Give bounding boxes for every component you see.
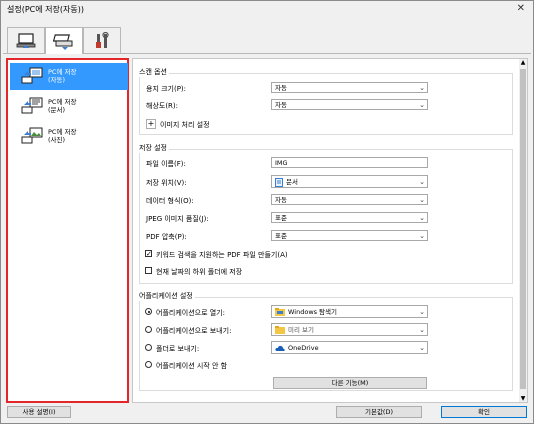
image-processing-label: 이미지 처리 설정 (160, 121, 210, 129)
save-location-label: 저장 위치(V): (146, 179, 187, 187)
explorer-folder-icon (275, 308, 285, 316)
save-settings-title: 저장 설정 (137, 143, 169, 153)
paper-size-value: 자동 (275, 84, 287, 92)
no-app-radio[interactable] (145, 361, 152, 368)
ok-button[interactable]: 확인 (441, 406, 527, 418)
chevron-down-icon: ⌄ (419, 178, 425, 186)
resolution-select[interactable]: 자동 ⌄ (271, 99, 428, 110)
open-app-radio[interactable] (145, 308, 152, 315)
tools-icon (96, 31, 109, 48)
chevron-down-icon: ⌄ (419, 326, 425, 334)
resolution-label: 해상도(R): (146, 102, 179, 110)
open-app-label: 어플리케이션으로 열기: (156, 309, 225, 317)
send-app-select[interactable]: 미리 보기 ⌄ (271, 323, 428, 336)
open-app-value: Windows 탐색기 (288, 308, 338, 316)
pdf-compression-label: PDF 압축(P): (146, 233, 187, 241)
tab-scan-from-operation-panel[interactable] (45, 27, 83, 54)
tab-scan-from-computer[interactable] (7, 27, 45, 53)
instructions-button[interactable]: 사용 설명(I) (7, 406, 71, 418)
pdf-compression-select[interactable]: 표준 ⌄ (271, 230, 428, 241)
chevron-down-icon: ⌄ (419, 84, 425, 92)
data-format-value: 자동 (275, 196, 287, 204)
send-folder-label: 폴더로 보내기: (156, 345, 200, 353)
document-folder-icon (275, 177, 283, 187)
send-app-value: 미리 보기 (288, 326, 314, 334)
computer-scan-icon (16, 32, 36, 48)
paper-size-select[interactable]: 자동 ⌄ (271, 82, 428, 93)
settings-window: 설정(PC에 저장(자동)) ✕ PC에 저장 (자동) PC에 저장 (문서)… (0, 0, 534, 424)
more-functions-button[interactable]: 다른 기능(M) (273, 377, 427, 389)
preview-folder-icon (275, 326, 285, 334)
jpeg-quality-value: 표준 (275, 214, 287, 222)
chevron-down-icon: ⌄ (419, 196, 425, 204)
pdf-compression-value: 표준 (275, 232, 287, 240)
jpeg-quality-select[interactable]: 표준 ⌄ (271, 212, 428, 223)
no-app-label: 어플리케이션 시작 안 함 (156, 362, 228, 370)
date-subfolder-checkbox[interactable] (145, 267, 152, 274)
check-icon: ✓ (146, 250, 152, 258)
data-format-label: 데이터 형식(O): (146, 197, 194, 205)
defaults-button[interactable]: 기본값(D) (336, 406, 422, 418)
file-name-value: IMG (275, 159, 288, 167)
mode-save-to-pc-auto[interactable]: PC에 저장 (자동) (10, 63, 128, 90)
scroll-down-icon[interactable]: ▼ (519, 395, 527, 402)
mode-label: PC에 저장 (자동) (48, 68, 77, 84)
send-app-radio[interactable] (145, 326, 152, 333)
cloud-icon (275, 345, 285, 351)
scrollbar-thumb[interactable] (520, 69, 526, 389)
save-location-select[interactable]: 문서 ⌄ (271, 175, 428, 188)
send-app-label: 어플리케이션으로 보내기: (156, 327, 232, 335)
window-title: 설정(PC에 저장(자동)) (7, 5, 84, 14)
open-app-select[interactable]: Windows 탐색기 ⌄ (271, 305, 428, 318)
scan-mode-list: PC에 저장 (자동) PC에 저장 (문서) PC에 저장 (사진) (6, 58, 129, 403)
save-photo-icon (21, 127, 43, 144)
mode-label: PC에 저장 (사진) (48, 128, 77, 144)
send-folder-radio[interactable] (145, 344, 152, 351)
file-name-input[interactable]: IMG (271, 157, 428, 168)
chevron-down-icon: ⌄ (419, 308, 425, 316)
save-auto-icon (21, 67, 43, 84)
chevron-down-icon: ⌄ (419, 232, 425, 240)
mode-save-to-pc-document[interactable]: PC에 저장 (문서) (10, 93, 128, 120)
save-document-icon (21, 97, 43, 114)
send-folder-value: OneDrive (288, 344, 319, 352)
scan-options-title: 스캔 옵션 (137, 67, 169, 77)
chevron-down-icon: ⌄ (419, 214, 425, 222)
send-folder-select[interactable]: OneDrive ⌄ (271, 341, 428, 354)
image-processing-expand-button[interactable]: + (146, 119, 156, 129)
keyword-pdf-label: 키워드 검색을 지원하는 PDF 파일 만들기(A) (156, 251, 288, 259)
paper-size-label: 용지 크기(P): (146, 85, 187, 93)
chevron-down-icon: ⌄ (419, 101, 425, 109)
close-icon[interactable]: ✕ (517, 3, 525, 14)
keyword-pdf-checkbox[interactable]: ✓ (145, 250, 152, 258)
mode-save-to-pc-photo[interactable]: PC에 저장 (사진) (10, 123, 128, 150)
app-settings-title: 어플리케이션 설정 (137, 291, 195, 301)
data-format-select[interactable]: 자동 ⌄ (271, 194, 428, 205)
resolution-value: 자동 (275, 101, 287, 109)
save-location-value: 문서 (286, 178, 298, 186)
settings-scrollbar[interactable]: ▲ ▼ (519, 59, 527, 402)
file-name-label: 파일 이름(F): (146, 160, 186, 168)
scroll-up-icon[interactable]: ▲ (519, 59, 527, 66)
jpeg-quality-label: JPEG 이미지 품질(J): (146, 215, 209, 223)
date-subfolder-label: 현재 날짜의 하위 폴더에 저장 (156, 268, 243, 276)
mode-label: PC에 저장 (문서) (48, 98, 77, 114)
chevron-down-icon: ⌄ (419, 344, 425, 352)
tab-general-settings[interactable] (83, 27, 121, 53)
scanner-icon (53, 34, 73, 50)
